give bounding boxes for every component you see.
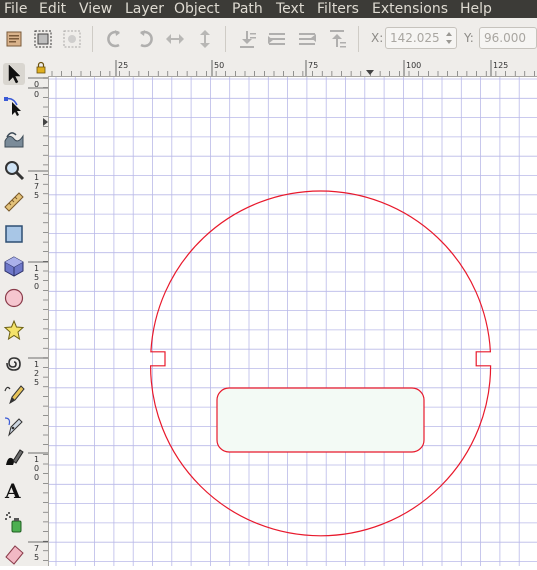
menu-object[interactable]: Object: [174, 0, 220, 18]
lock-guides-icon[interactable]: [28, 60, 48, 76]
selector-tool-icon[interactable]: [3, 63, 25, 85]
ruler-label: 125: [493, 61, 508, 70]
rotate-cw-icon[interactable]: [134, 28, 156, 50]
ruler-label: 1: [34, 360, 39, 369]
ruler-label: 50: [214, 61, 224, 70]
ruler-corner: [28, 60, 48, 76]
menu-edit[interactable]: Edit: [39, 0, 66, 18]
y-coordinate-field[interactable]: 96.000: [479, 27, 537, 49]
menu-help[interactable]: Help: [460, 0, 492, 18]
x-coordinate-label: X:: [371, 31, 384, 45]
ruler-label: 7: [34, 544, 39, 553]
calligraphy-tool-icon[interactable]: [3, 447, 25, 469]
y-coordinate-label: Y:: [464, 31, 474, 45]
menu-extensions[interactable]: Extensions: [372, 0, 448, 18]
drawing-canvas[interactable]: [49, 77, 537, 566]
ruler-label: 1: [34, 264, 39, 273]
menu-text[interactable]: Text: [276, 0, 304, 18]
tool-controls-bar: X: 142.025 Y: 96.000: [0, 18, 537, 61]
lower-to-bottom-icon[interactable]: [236, 28, 258, 50]
menu-view[interactable]: View: [79, 0, 112, 18]
spiral-tool-icon[interactable]: [3, 351, 25, 373]
ruler-label: 0: [34, 90, 39, 99]
menu-bar: File Edit View Layer Object Path Text Fi…: [0, 0, 537, 18]
ruler-label: 5: [34, 273, 39, 282]
svg-text:A: A: [4, 479, 21, 501]
ruler-label: 0: [34, 464, 39, 473]
horizontal-ruler[interactable]: 25 50 75 100 125: [48, 60, 537, 77]
ruler-label: 2: [34, 369, 39, 378]
ruler-label: 7: [34, 182, 39, 191]
ruler-label: 100: [406, 61, 421, 70]
select-all-icon[interactable]: [3, 28, 25, 50]
node-tool-icon[interactable]: [3, 95, 25, 117]
rounded-rectangle[interactable]: [216, 387, 425, 453]
ruler-label: 1: [34, 455, 39, 464]
flip-vertical-icon[interactable]: [194, 28, 216, 50]
spray-tool-icon[interactable]: [3, 511, 25, 533]
y-coordinate-value: 96.000: [484, 31, 526, 45]
flip-horizontal-icon[interactable]: [164, 28, 186, 50]
star-tool-icon[interactable]: [3, 319, 25, 341]
measure-tool-icon[interactable]: [3, 191, 25, 213]
3d-box-tool-icon[interactable]: [3, 255, 25, 277]
menu-path[interactable]: Path: [232, 0, 263, 18]
circle-with-notches[interactable]: [151, 352, 491, 366]
document-grid: [49, 77, 537, 566]
ruler-pointer-icon: [43, 118, 48, 126]
x-coordinate-value: 142.025: [390, 31, 440, 45]
ellipse-tool-icon[interactable]: [3, 287, 25, 309]
menu-layer[interactable]: Layer: [125, 0, 164, 18]
menu-filters[interactable]: Filters: [317, 0, 359, 18]
eraser-tool-icon[interactable]: [3, 543, 25, 565]
tweak-tool-icon[interactable]: [3, 127, 25, 149]
ruler-label: 0: [34, 473, 39, 482]
ruler-label: 0: [34, 282, 39, 291]
ruler-label: 5: [34, 378, 39, 387]
menu-file[interactable]: File: [4, 0, 27, 18]
ruler-label: 5: [34, 553, 39, 562]
x-coordinate-field[interactable]: 142.025: [385, 27, 457, 49]
toolbox: A: [0, 60, 29, 566]
x-coordinate-spinner-icon[interactable]: [444, 28, 454, 48]
ruler-label: 5: [34, 191, 39, 200]
lower-icon[interactable]: [266, 28, 288, 50]
ruler-label: 25: [118, 61, 128, 70]
pencil-tool-icon[interactable]: [3, 383, 25, 405]
toolbar-separator: [92, 26, 93, 52]
deselect-icon[interactable]: [61, 28, 83, 50]
text-tool-icon[interactable]: A: [3, 479, 25, 501]
rectangle-tool-icon[interactable]: [3, 223, 25, 245]
ruler-label: 75: [308, 61, 318, 70]
rotate-ccw-icon[interactable]: [104, 28, 126, 50]
raise-to-top-icon[interactable]: [326, 28, 348, 50]
select-all-layers-icon[interactable]: [32, 28, 54, 50]
pen-tool-icon[interactable]: [3, 415, 25, 437]
raise-icon[interactable]: [296, 28, 318, 50]
toolbar-separator: [225, 26, 226, 52]
ruler-label: 1: [34, 173, 39, 182]
vertical-ruler[interactable]: 0017515012510075: [28, 76, 49, 566]
toolbar-separator: [358, 26, 359, 52]
zoom-tool-icon[interactable]: [3, 159, 25, 181]
ruler-pointer-icon: [366, 70, 374, 75]
